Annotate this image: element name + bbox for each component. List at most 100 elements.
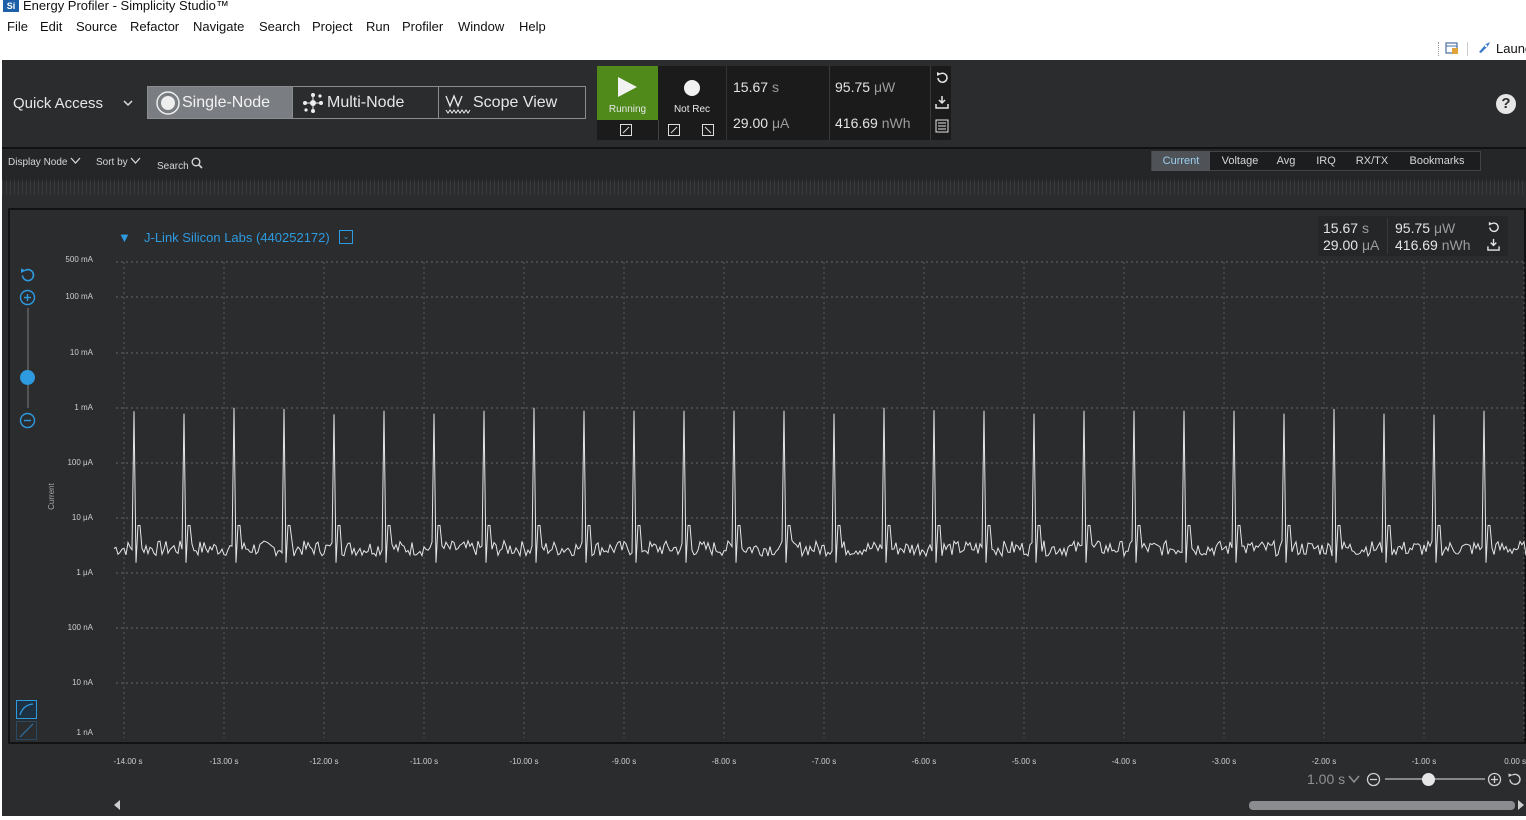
quick-access-label[interactable]: Quick Access	[13, 95, 103, 112]
x-tick-label: -10.00 s	[509, 757, 539, 766]
sort-by-label: Sort by	[96, 157, 128, 168]
chevron-down-icon	[1348, 775, 1360, 784]
sort-by-dropdown[interactable]: Sort by	[96, 157, 141, 168]
tab-avg[interactable]: Avg	[1270, 151, 1302, 171]
x-tick-label: -1.00 s	[1411, 757, 1437, 766]
x-tick-label: -6.00 s	[911, 757, 937, 766]
stat-time: 15.67 s	[733, 79, 779, 95]
tab-rxtx[interactable]: RX/TX	[1349, 151, 1395, 171]
rec-start-trigger-icon[interactable]	[668, 124, 680, 136]
scroll-left-icon[interactable]	[113, 800, 121, 810]
menu-file[interactable]: File	[7, 19, 28, 34]
time-zoom-in-icon[interactable]	[1487, 772, 1502, 787]
y-tick-label: 100 nA	[67, 623, 93, 632]
time-zoom-dropdown[interactable]: 1.00 s	[1307, 771, 1360, 787]
multi-node-button[interactable]: Multi-Node	[293, 86, 439, 119]
y-tick-label: 10 nA	[72, 678, 93, 687]
stat-current-unit: μA	[771, 115, 790, 131]
menu-project[interactable]: Project	[312, 19, 352, 34]
stat-current: 29.00 μA	[733, 115, 789, 131]
chart-panel	[8, 208, 1526, 744]
toolbar-divider	[1467, 42, 1468, 56]
reset-icon[interactable]	[935, 71, 949, 85]
menu-navigate[interactable]: Navigate	[193, 19, 244, 34]
log-scale-button[interactable]	[16, 700, 37, 719]
node-stat-energy: 416.69 nWh	[1395, 237, 1471, 253]
node-download-icon[interactable]	[1487, 238, 1500, 251]
stat-time-value: 15.67	[733, 79, 769, 95]
display-node-dropdown[interactable]: Display Node	[8, 157, 81, 168]
run-status-label: Running	[608, 104, 647, 115]
window-bottom-edge	[0, 816, 1526, 820]
y-reset-icon[interactable]	[19, 267, 36, 284]
time-zoom-track[interactable]	[1385, 778, 1485, 780]
scroll-right-icon[interactable]	[1517, 800, 1525, 810]
x-tick-label: -9.00 s	[611, 757, 637, 766]
rec-stop-trigger-icon[interactable]	[702, 124, 714, 136]
stat-time-unit: s	[771, 79, 779, 95]
menu-search[interactable]: Search	[259, 19, 300, 34]
search-icon	[191, 157, 204, 169]
menu-profiler[interactable]: Profiler	[402, 19, 443, 34]
x-tick-label: -13.00 s	[209, 757, 239, 766]
time-reset-icon[interactable]	[1507, 772, 1522, 787]
tab-bookmarks[interactable]: Bookmarks	[1401, 151, 1473, 171]
run-trigger-icon[interactable]	[620, 124, 632, 136]
node-stat-energy-value: 416.69	[1395, 237, 1438, 253]
stat-power-unit: μW	[873, 79, 896, 95]
toolbar-separator	[1438, 42, 1441, 56]
menu-window[interactable]: Window	[458, 19, 504, 34]
single-node-button[interactable]: Single-Node	[147, 86, 293, 119]
node-title[interactable]: J-Link Silicon Labs (440252172)	[144, 230, 330, 245]
help-icon[interactable]: ?	[1496, 94, 1516, 114]
stats-divider	[829, 66, 830, 140]
scope-view-icon	[445, 91, 473, 115]
launch-rocket-icon[interactable]	[1476, 41, 1492, 55]
menu-help[interactable]: Help	[519, 19, 546, 34]
y-zoom-out-icon[interactable]	[19, 412, 36, 429]
app-logo-icon: Si	[3, 0, 19, 12]
chevron-down-icon	[130, 157, 141, 164]
menu-source[interactable]: Source	[76, 19, 117, 34]
menu-edit[interactable]: Edit	[40, 19, 62, 34]
tab-voltage[interactable]: Voltage	[1210, 151, 1270, 171]
y-tick-label: 100 μA	[67, 458, 93, 467]
stat-power: 95.75 μW	[835, 79, 895, 95]
time-zoom-value: 1.00 s	[1307, 771, 1346, 787]
time-zoom-out-icon[interactable]	[1366, 772, 1381, 787]
node-stat-time-unit: s	[1361, 220, 1369, 236]
y-zoom-track[interactable]	[27, 308, 29, 408]
search-button[interactable]: Search	[157, 157, 204, 172]
node-stat-current-value: 29.00	[1323, 237, 1359, 253]
chevron-down-icon[interactable]	[122, 97, 134, 112]
record-status-label: Not Rec	[673, 104, 711, 115]
open-perspective-icon[interactable]	[1445, 41, 1459, 55]
node-menu-icon[interactable]: ⌄	[339, 230, 353, 244]
menu-run[interactable]: Run	[366, 19, 390, 34]
trigger-bar	[597, 120, 726, 140]
tab-current[interactable]: Current	[1152, 151, 1210, 171]
scrollbar-thumb[interactable]	[1249, 801, 1515, 810]
y-zoom-slider-handle[interactable]	[20, 370, 35, 385]
timeline-overview-strip[interactable]	[2, 180, 1526, 195]
stat-energy: 416.69 nWh	[835, 115, 911, 131]
y-axis-label: Current	[46, 483, 56, 510]
collapse-triangle-icon[interactable]: ▼	[118, 230, 131, 245]
launch-label[interactable]: Launc	[1496, 41, 1526, 56]
menu-bar: File Edit Source Refactor Navigate Searc…	[0, 16, 1526, 38]
stats-panel: 15.67 s 95.75 μW 29.00 μA 416.69 nWh	[726, 66, 951, 140]
time-zoom-slider-handle[interactable]	[1422, 773, 1435, 786]
single-node-icon	[154, 90, 182, 115]
log-list-icon[interactable]	[935, 119, 949, 133]
x-tick-label: -12.00 s	[309, 757, 339, 766]
menu-refactor[interactable]: Refactor	[130, 19, 179, 34]
scope-view-button[interactable]: Scope View	[439, 86, 586, 119]
node-reset-icon[interactable]	[1487, 221, 1500, 234]
node-stat-power-unit: μW	[1433, 220, 1456, 236]
scope-view-label: Scope View	[473, 93, 558, 111]
x-tick-label: -4.00 s	[1111, 757, 1137, 766]
download-icon[interactable]	[935, 95, 949, 109]
y-tick-label: 100 mA	[65, 292, 93, 301]
tab-irq[interactable]: IRQ	[1309, 151, 1343, 171]
stat-energy-value: 416.69	[835, 115, 878, 131]
